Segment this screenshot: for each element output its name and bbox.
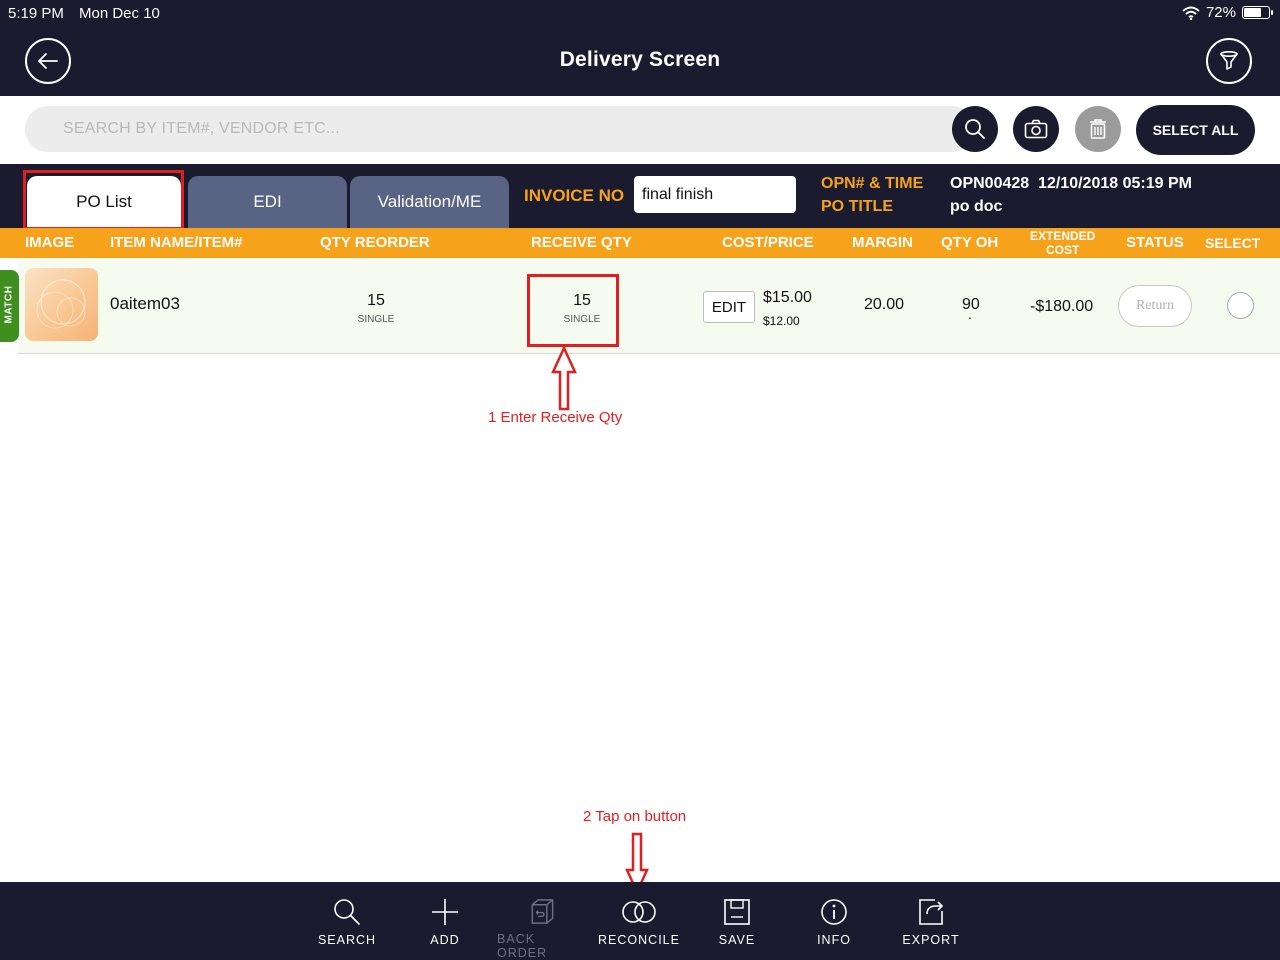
info-icon <box>821 899 847 925</box>
tab-po-list[interactable]: PO List <box>27 176 181 228</box>
col-qty-oh: QTY OH <box>941 234 999 251</box>
po-title-label: PO TITLE <box>821 198 893 215</box>
search-input[interactable] <box>63 120 975 138</box>
status-time: 5:19 PM <box>8 5 64 22</box>
col-receive-qty: RECEIVE QTY <box>531 234 632 251</box>
cost-value: $15.00 <box>763 289 812 306</box>
delivery-screen: 5:19 PM Mon Dec 10 72% Delivery Screen S… <box>0 0 1280 960</box>
search-submit-button[interactable] <box>952 106 998 152</box>
export-icon <box>919 899 944 925</box>
toolbar-reconcile-button[interactable]: RECONCILE <box>594 882 684 960</box>
toolbar-back-order-label: BACK ORDER <box>497 932 548 960</box>
toolbar-reconcile-label: RECONCILE <box>598 933 680 947</box>
col-status: STATUS <box>1126 234 1184 251</box>
filter-funnel-icon <box>1220 50 1238 70</box>
po-title-value: po doc <box>950 198 1003 215</box>
toolbar-save-button[interactable]: SAVE <box>692 882 782 960</box>
annotation-step1: 1 Enter Receive Qty <box>488 409 623 426</box>
toolbar-export-button[interactable]: EXPORT <box>886 882 976 960</box>
battery-icon <box>1242 6 1273 19</box>
return-button[interactable]: Return <box>1118 285 1192 327</box>
match-label: MATCH <box>3 285 15 324</box>
camera-button[interactable] <box>1013 106 1059 152</box>
search-bar: SELECT ALL <box>0 96 1280 164</box>
col-extended-cost-line1: EXTENDED <box>1030 229 1096 243</box>
wifi-icon <box>1182 6 1200 20</box>
select-all-button[interactable]: SELECT ALL <box>1136 105 1255 155</box>
column-header: IMAGE ITEM NAME/ITEM# QTY REORDER RECEIV… <box>0 228 1280 258</box>
qty-reorder-cell: 15 SINGLE <box>336 292 416 325</box>
status-date: Mon Dec 10 <box>79 5 160 22</box>
toolbar-save-label: SAVE <box>718 933 756 947</box>
opn-value: OPN00428 12/10/2018 05:19 PM <box>950 175 1192 192</box>
annotation-step2: 2 Tap on button <box>583 808 687 825</box>
search-field[interactable] <box>25 106 975 152</box>
select-radio[interactable] <box>1227 292 1254 319</box>
delete-button[interactable] <box>1075 106 1121 152</box>
item-image <box>25 268 98 341</box>
col-item-name: ITEM NAME/ITEM# <box>110 234 243 251</box>
toolbar-add-button[interactable]: ADD <box>400 882 490 960</box>
tab-edi[interactable]: EDI <box>188 176 347 228</box>
col-qty-reorder: QTY REORDER <box>320 234 430 251</box>
toolbar-search-label: SEARCH <box>317 933 377 947</box>
item-name: 0aitem03 <box>110 294 180 313</box>
edit-cost-button[interactable]: EDIT <box>703 291 755 323</box>
page-title: Delivery Screen <box>559 48 721 71</box>
qty-reorder-unit: SINGLE <box>357 314 395 325</box>
price-value: $12.00 <box>763 314 800 328</box>
receive-qty-unit: SINGLE <box>563 314 601 325</box>
extended-cost-value: -$180.00 <box>1030 298 1094 315</box>
annotation-arrow-up-icon <box>551 346 577 411</box>
search-icon <box>334 899 360 925</box>
match-badge: MATCH <box>0 270 19 342</box>
box-return-icon <box>531 899 554 924</box>
status-right: 72% <box>1182 4 1273 21</box>
item-thumbnail <box>25 268 98 341</box>
tab-validation-me[interactable]: Validation/ME <box>350 176 509 228</box>
toolbar-info-label: INFO <box>817 933 851 947</box>
trash-icon <box>1090 119 1106 139</box>
opn-label: OPN# & TIME <box>821 175 924 192</box>
toolbar-info-button[interactable]: INFO <box>789 882 879 960</box>
col-cost-price: COST/PRICE <box>722 234 814 251</box>
margin-value: 20.00 <box>864 296 905 313</box>
receive-qty-field[interactable]: 15 SINGLE <box>542 292 622 325</box>
plus-icon <box>432 899 458 925</box>
qty-oh-sub: . <box>968 306 972 322</box>
top-header: 5:19 PM Mon Dec 10 72% Delivery Screen <box>0 0 1280 96</box>
invoice-input[interactable] <box>634 176 796 213</box>
filter-button[interactable] <box>1206 38 1252 84</box>
toolbar-export-label: EXPORT <box>902 933 960 947</box>
col-select: SELECT <box>1205 235 1261 251</box>
reconcile-circles-icon <box>622 901 656 923</box>
toolbar-search-button[interactable]: SEARCH <box>302 882 392 960</box>
camera-icon <box>1024 119 1048 139</box>
toolbar-back-order-button[interactable]: BACK ORDER <box>497 882 587 960</box>
battery-percent: 72% <box>1205 4 1236 21</box>
col-extended-cost: EXTENDED COST <box>1030 229 1095 257</box>
col-margin: MARGIN <box>852 234 913 251</box>
col-extended-cost-line2: COST <box>1046 243 1080 257</box>
qty-reorder-value: 15 <box>367 292 385 309</box>
col-image: IMAGE <box>25 234 75 251</box>
invoice-label: INVOICE NO <box>524 186 625 205</box>
toolbar-add-label: ADD <box>430 933 460 947</box>
search-icon <box>965 119 985 139</box>
save-icon <box>724 899 750 925</box>
receive-qty-value: 15 <box>573 292 591 309</box>
